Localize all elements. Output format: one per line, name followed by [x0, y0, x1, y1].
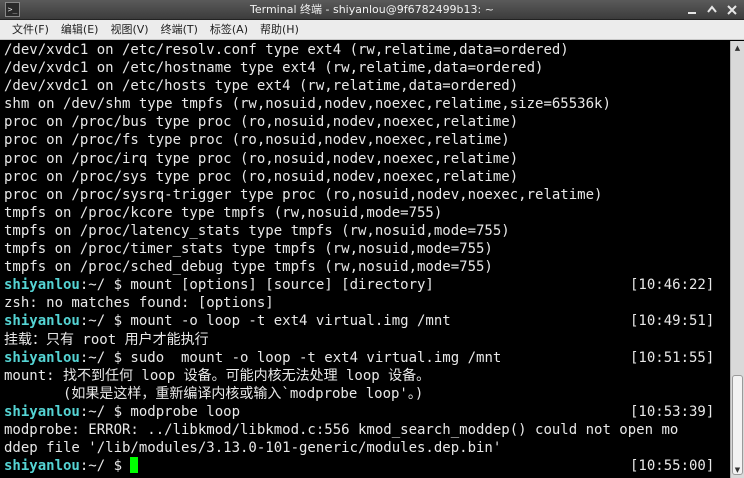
output-line: /dev/xvdc1 on /etc/hostname type ext4 (r…	[4, 60, 544, 77]
output-line: tmpfs on /proc/sched_debug type tmpfs (r…	[4, 259, 493, 276]
menu-help[interactable]: 帮助(H)	[254, 20, 305, 40]
title-bar[interactable]: >_ Terminal 终端 - shiyanlou@9f6782499b13:…	[0, 0, 744, 20]
command-text: :~/ $ mount [options] [source] [director…	[79, 277, 434, 294]
minimize-button[interactable]	[684, 2, 700, 18]
output-line: modprobe: ERROR: ../libkmod/libkmod.c:55…	[4, 421, 679, 438]
command-text: :~/ $ modprobe loop	[79, 403, 241, 420]
maximize-button[interactable]	[704, 2, 720, 18]
menu-file[interactable]: 文件(F)	[6, 20, 55, 40]
scroll-down-icon[interactable]: ▼	[732, 465, 743, 476]
output-line: tmpfs on /proc/timer_stats type tmpfs (r…	[4, 241, 493, 258]
menu-tabs[interactable]: 标签(A)	[204, 20, 254, 40]
prompt-line: shiyanlou:~/ $ [10:55:00]	[4, 457, 730, 475]
terminal-output[interactable]: /dev/xvdc1 on /etc/resolv.conf type ext4…	[0, 41, 730, 478]
output-line: ddep file '/lib/modules/3.13.0-101-gener…	[4, 440, 502, 457]
prompt-username: shiyanlou	[4, 403, 80, 420]
close-button[interactable]	[724, 2, 740, 18]
menu-edit[interactable]: 编辑(E)	[55, 20, 105, 40]
menu-bar: 文件(F) 编辑(E) 视图(V) 终端(T) 标签(A) 帮助(H)	[0, 20, 744, 40]
scroll-thumb[interactable]	[732, 375, 743, 475]
menu-view[interactable]: 视图(V)	[104, 20, 154, 40]
output-line: proc on /proc/sysrq-trigger type proc (r…	[4, 186, 603, 203]
output-line: (如果是这样，重新编译内核或输入`modprobe loop'。)	[4, 385, 424, 402]
window-title: Terminal 终端 - shiyanlou@9f6782499b13: ~	[250, 3, 494, 16]
maximize-icon	[707, 5, 717, 13]
close-icon	[727, 5, 737, 15]
prompt-line: shiyanlou:~/ $ sudo mount -o loop -t ext…	[4, 349, 730, 367]
menu-terminal[interactable]: 终端(T)	[155, 20, 204, 40]
output-line: proc on /proc/sys type proc (ro,nosuid,n…	[4, 168, 519, 185]
prompt-line: shiyanlou:~/ $ modprobe loop [10:53:39]	[4, 403, 730, 421]
output-line: tmpfs on /proc/latency_stats type tmpfs …	[4, 222, 510, 239]
text-cursor	[130, 457, 139, 474]
output-line: proc on /proc/irq type proc (ro,nosuid,n…	[4, 150, 519, 167]
vertical-scrollbar[interactable]: ▲ ▼	[730, 41, 744, 478]
output-line: proc on /proc/fs type proc (ro,nosuid,no…	[4, 132, 510, 149]
output-line: /dev/xvdc1 on /etc/hosts type ext4 (rw,r…	[4, 78, 519, 95]
prompt-line: shiyanlou:~/ $ mount [options] [source] …	[4, 276, 730, 294]
prompt-timestamp: [10:46:22]	[630, 277, 715, 294]
command-text: :~/ $ mount -o loop -t ext4 virtual.img …	[79, 313, 451, 330]
command-text: :~/ $	[79, 458, 131, 475]
prompt-username: shiyanlou	[4, 349, 80, 366]
command-text: :~/ $ sudo mount -o loop -t ext4 virtual…	[79, 349, 502, 366]
output-line: tmpfs on /proc/kcore type tmpfs (rw,nosu…	[4, 204, 443, 221]
prompt-timestamp: [10:51:55]	[630, 349, 715, 366]
prompt-timestamp: [10:53:39]	[630, 403, 715, 420]
output-line: /dev/xvdc1 on /etc/resolv.conf type ext4…	[4, 42, 569, 58]
prompt-username: shiyanlou	[4, 277, 80, 294]
scroll-up-icon[interactable]: ▲	[732, 43, 743, 54]
prompt-timestamp: [10:49:51]	[630, 313, 715, 330]
prompt-line: shiyanlou:~/ $ mount -o loop -t ext4 vir…	[4, 312, 730, 330]
prompt-username: shiyanlou	[4, 458, 80, 475]
output-line: mount: 找不到任何 loop 设备。可能内核无法处理 loop 设备。	[4, 367, 431, 384]
output-line: shm on /dev/shm type tmpfs (rw,nosuid,no…	[4, 96, 611, 113]
prompt-username: shiyanlou	[4, 313, 80, 330]
prompt-timestamp: [10:55:00]	[630, 458, 715, 475]
output-line: proc on /proc/bus type proc (ro,nosuid,n…	[4, 114, 519, 131]
output-line: 挂载：只有 root 用户才能执行	[4, 331, 209, 348]
output-line: zsh: no matches found: [options]	[4, 295, 274, 312]
minimize-icon	[688, 12, 696, 14]
